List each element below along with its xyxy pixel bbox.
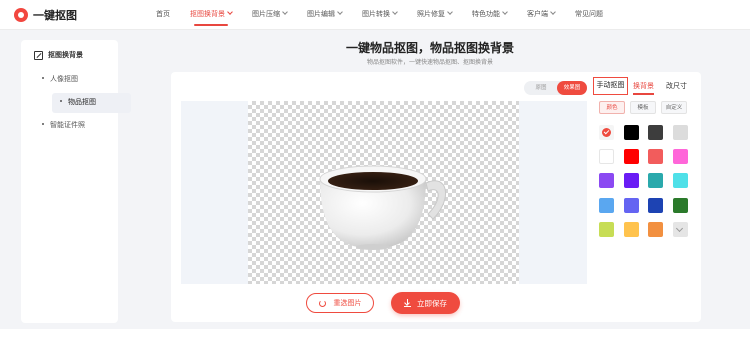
bullet-icon: [42, 77, 44, 79]
color-swatch[interactable]: [648, 197, 663, 213]
page-subtitle: 物品抠图软件，一键快速物品抠图、抠图换背景: [366, 60, 493, 66]
save-button[interactable]: 立即保存: [391, 292, 460, 314]
logo-icon: [14, 8, 28, 22]
nav-label: 图片压缩: [252, 11, 280, 18]
page-title: 一键物品抠图，物品抠图换背景: [345, 41, 514, 55]
page-footer: [0, 329, 750, 362]
sidebar-header-label: 抠图换背景: [48, 52, 83, 59]
swatch-transparent-selected[interactable]: [599, 125, 614, 140]
color-swatch[interactable]: [599, 197, 614, 213]
top-header: 一键抠图 首页 抠图换背景 图片压缩 图片编辑 图片转换 照片修复 特色功能 客…: [0, 0, 750, 30]
nav-label: 特色功能: [472, 11, 500, 18]
color-swatch[interactable]: [623, 197, 639, 213]
color-swatch[interactable]: [623, 221, 639, 237]
sidebar-header: 抠图换背景: [34, 50, 83, 60]
nav-item-client[interactable]: 客户端: [517, 0, 565, 30]
tab-manual-cutout[interactable]: 手动抠图: [593, 77, 628, 95]
tab-resize[interactable]: 改尺寸: [666, 81, 687, 91]
color-swatch[interactable]: [623, 173, 639, 189]
sidebar-item-label: 人像抠图: [50, 76, 78, 83]
color-swatch[interactable]: [599, 149, 614, 165]
subtab-color[interactable]: 颜色: [599, 101, 625, 114]
view-toggle[interactable]: 原图 效果图: [524, 81, 587, 95]
chevron-down-icon: [227, 9, 233, 15]
swatch-more-button[interactable]: [672, 221, 688, 237]
nav-item-features[interactable]: 特色功能: [462, 0, 517, 30]
toggle-original[interactable]: 原图: [526, 81, 556, 95]
chevron-down-icon: [447, 9, 453, 15]
color-swatch[interactable]: [672, 197, 688, 213]
reselect-label: 重选图片: [333, 300, 362, 307]
bullet-icon: [42, 123, 44, 125]
coffee-cup-image: [319, 165, 447, 250]
color-swatch[interactable]: [648, 125, 663, 140]
tab-change-background[interactable]: 换背景: [633, 81, 654, 95]
transparent-canvas: [248, 101, 519, 284]
logo[interactable]: 一键抠图: [14, 7, 77, 23]
bullet-icon: [60, 100, 62, 102]
subtab-custom[interactable]: 自定义: [661, 101, 687, 114]
toggle-result[interactable]: 效果图: [557, 81, 587, 95]
nav-item-home[interactable]: 首页: [146, 0, 180, 30]
chevron-down-icon: [337, 9, 343, 15]
sidebar-item-portrait[interactable]: 人像抠图: [30, 70, 130, 90]
color-swatch[interactable]: [648, 173, 663, 189]
nav-item-repair[interactable]: 照片修复: [407, 0, 462, 30]
nav-item-compress[interactable]: 图片压缩: [242, 0, 297, 30]
save-label: 立即保存: [417, 298, 447, 308]
chevron-down-icon: [502, 9, 508, 15]
color-swatch[interactable]: [648, 149, 663, 165]
sidebar-item-label: 物品抠图: [68, 99, 96, 106]
color-swatch[interactable]: [672, 149, 688, 165]
nav-label: 首页: [156, 11, 170, 18]
nav-item-convert[interactable]: 图片转换: [352, 0, 407, 30]
color-swatch[interactable]: [648, 221, 663, 237]
subtab-template[interactable]: 模板: [630, 101, 656, 114]
chevron-down-icon: [392, 9, 398, 15]
refresh-icon: [318, 299, 326, 307]
color-swatch[interactable]: [623, 125, 639, 140]
color-swatch[interactable]: [599, 221, 614, 237]
sidebar: 抠图换背景 人像抠图 物品抠图 智能证件照: [21, 40, 131, 323]
nav-label: 客户端: [527, 11, 548, 18]
reselect-image-button[interactable]: 重选图片: [306, 293, 374, 313]
nav-label: 常见问题: [575, 11, 603, 18]
color-swatch[interactable]: [672, 173, 688, 189]
nav-label: 抠图换背景: [190, 11, 225, 18]
nav-label: 图片转换: [362, 11, 390, 18]
sidebar-item-label: 智能证件照: [50, 122, 85, 129]
check-icon: [602, 128, 611, 137]
nav-item-faq[interactable]: 常见问题: [565, 0, 613, 30]
brand-name: 一键抠图: [33, 10, 77, 22]
cutout-icon: [34, 50, 43, 60]
sidebar-item-object[interactable]: 物品抠图: [52, 93, 131, 113]
nav-label: 照片修复: [417, 11, 445, 18]
nav-item-matting[interactable]: 抠图换背景: [180, 0, 242, 30]
chevron-down-icon: [282, 9, 288, 15]
main-nav: 首页 抠图换背景 图片压缩 图片编辑 图片转换 照片修复 特色功能 客户端 常见…: [146, 0, 613, 30]
color-swatch[interactable]: [672, 125, 688, 140]
chevron-down-icon: [550, 9, 556, 15]
download-icon: [404, 298, 411, 307]
nav-label: 图片编辑: [307, 11, 335, 18]
chevron-down-icon: [675, 224, 683, 232]
color-swatch[interactable]: [623, 149, 639, 165]
color-swatch[interactable]: [599, 173, 614, 189]
nav-item-edit[interactable]: 图片编辑: [297, 0, 352, 30]
sidebar-item-id-photo[interactable]: 智能证件照: [30, 116, 130, 136]
